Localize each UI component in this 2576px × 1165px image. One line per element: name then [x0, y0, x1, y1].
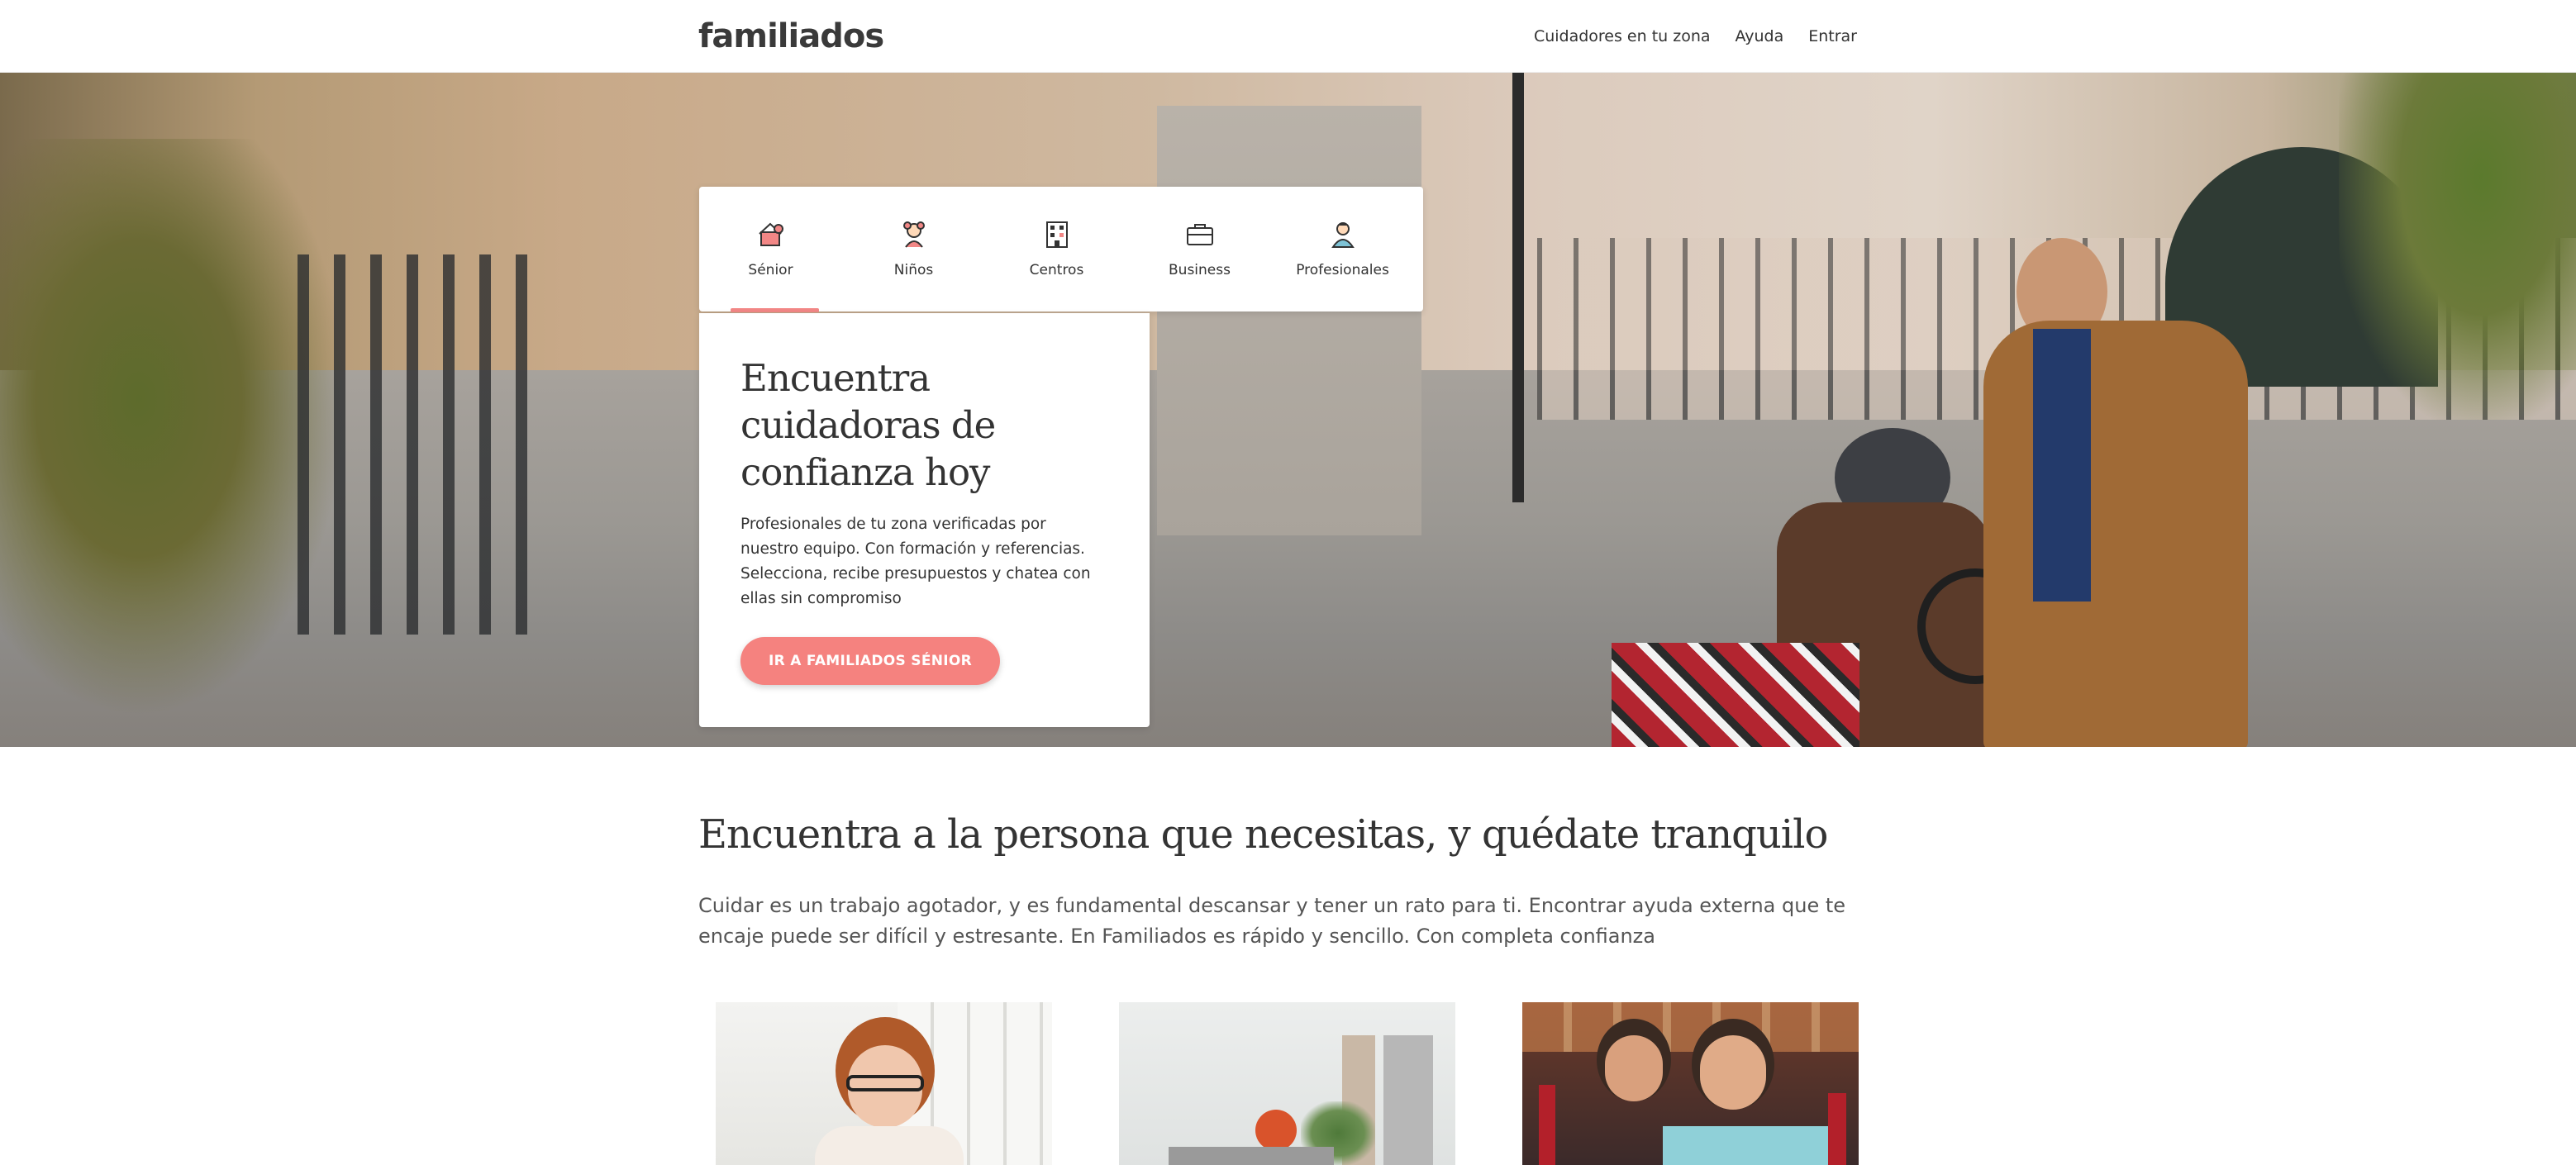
hero-description: Profesionales de tu zona verificadas por… — [740, 516, 1091, 607]
tab-label: Profesionales — [1296, 261, 1389, 278]
tab-label: Sénior — [748, 261, 793, 278]
hero-card: Encuentra cuidadoras de confianza hoy Pr… — [699, 313, 1150, 727]
top-nav: Cuidadores en tu zona Ayuda Entrar — [1534, 0, 1857, 73]
card-image-woman-phone — [716, 1002, 1052, 1165]
site-header: familiados Cuidadores en tu zona Ayuda E… — [0, 0, 2576, 73]
tab-professionals[interactable]: Profesionales — [1271, 187, 1414, 311]
building-icon — [1045, 221, 1068, 248]
section-title: Encuentra a la persona que necesitas, y … — [698, 811, 1828, 858]
card-image-couple-eating — [1522, 1002, 1859, 1165]
professional-icon — [1331, 221, 1355, 248]
tab-children[interactable]: Niños — [842, 187, 985, 311]
tab-centers[interactable]: Centros — [985, 187, 1128, 311]
hero-banner: Sénior Niños Centros Business Profesiona… — [0, 73, 2576, 747]
child-icon — [902, 221, 925, 248]
tab-business[interactable]: Business — [1128, 187, 1271, 311]
section-body: Cuidar es un trabajo agotador, y es fund… — [698, 894, 1846, 948]
card-image-plants-books — [1119, 1002, 1455, 1165]
tab-senior[interactable]: Sénior — [699, 187, 842, 312]
tab-label: Business — [1169, 261, 1231, 278]
nav-link-login[interactable]: Entrar — [1808, 27, 1857, 45]
go-to-senior-button[interactable]: IR A FAMILIADOS SÉNIOR — [740, 637, 1000, 685]
briefcase-icon — [1186, 223, 1213, 245]
senior-icon — [758, 222, 783, 246]
tab-label: Centros — [1029, 261, 1084, 278]
category-tabs: Sénior Niños Centros Business Profesiona… — [699, 187, 1423, 312]
feature-cards — [716, 1002, 1859, 1165]
familiados-logo[interactable]: familiados — [698, 12, 884, 61]
hero-title: Encuentra cuidadoras de confianza hoy — [740, 356, 996, 494]
nav-link-help[interactable]: Ayuda — [1736, 27, 1784, 45]
nav-link-caregivers-nearby[interactable]: Cuidadores en tu zona — [1534, 27, 1711, 45]
tab-label: Niños — [893, 261, 934, 278]
